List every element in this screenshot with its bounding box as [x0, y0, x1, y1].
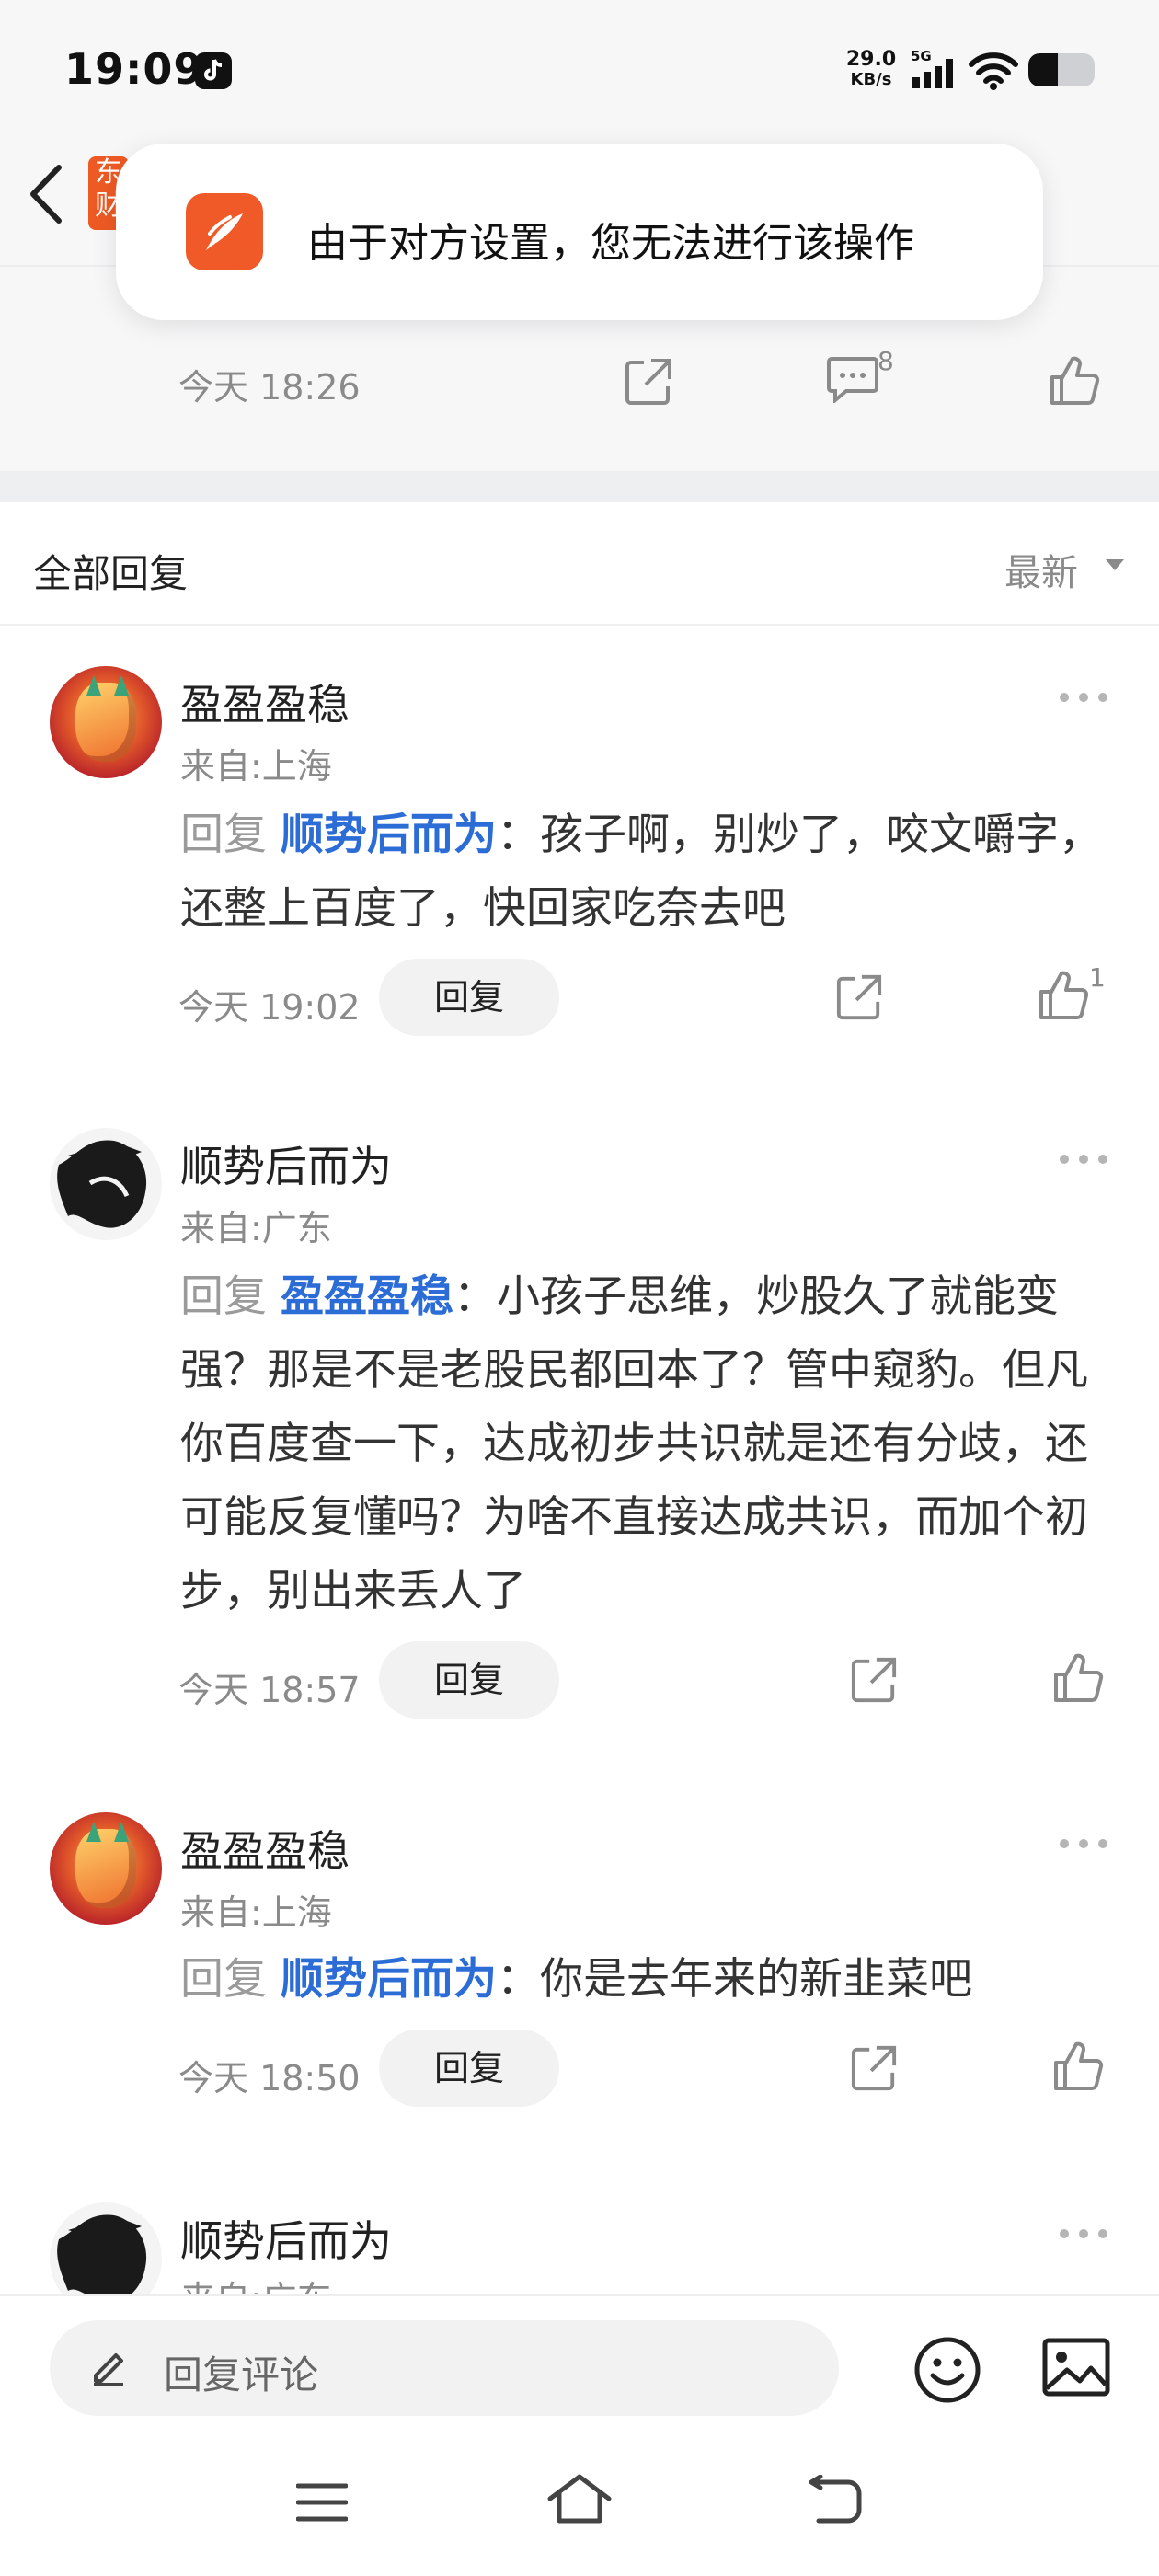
more-options-icon[interactable] [1058, 1836, 1109, 1854]
reply-prefix: 回复 [180, 810, 267, 860]
share-icon[interactable] [850, 2044, 898, 2096]
back-gesture-icon[interactable] [808, 2474, 865, 2530]
more-options-icon[interactable] [1058, 2226, 1109, 2244]
reply-button[interactable]: 回复 [379, 1641, 559, 1719]
like-icon[interactable] [1052, 1652, 1104, 1708]
location: 来自:广东 [180, 1208, 332, 1248]
network-speed-unit: KB/s [850, 70, 892, 89]
comment-icon[interactable] [826, 355, 879, 407]
status-bar: 19:09 29.0 KB/s 5G [0, 0, 1159, 138]
mention-link[interactable]: 顺势后而为 [281, 1954, 497, 2005]
pencil-icon [90, 2346, 127, 2390]
tiktok-notification-icon [195, 52, 232, 89]
share-icon[interactable] [624, 357, 673, 410]
reply-text: 回复 盈盈盈稳：小孩子思维，炒股久了就能变强？那是不是老股民都回本了？管中窥豹。… [180, 1260, 1128, 1628]
eastmoney-app-icon [186, 193, 263, 270]
network-speed: 29.0 KB/s [839, 50, 903, 90]
toast-message: 由于对方设置，您无法进行该操作 [307, 220, 914, 267]
username[interactable]: 盈盈盈稳 [180, 672, 350, 732]
reply-prefix: 回复 [180, 1954, 267, 2005]
like-icon[interactable] [1052, 2041, 1104, 2096]
username[interactable]: 盈盈盈稳 [180, 1818, 350, 1879]
network-type: 5G [911, 48, 932, 64]
like-icon[interactable] [1049, 355, 1100, 410]
section-title: 全部回复 [33, 551, 189, 596]
reply-content: ：你是去年来的新韭菜吧 [496, 1954, 972, 2005]
post-time: 今天 18:26 [178, 367, 361, 408]
comment-count: 8 [878, 346, 894, 376]
username[interactable]: 顺势后而为 [180, 2208, 392, 2269]
section-divider [0, 471, 1159, 502]
like-icon[interactable] [1038, 970, 1089, 1025]
image-icon[interactable] [1041, 2337, 1111, 2401]
caret-down-icon[interactable] [1104, 558, 1126, 576]
menu-icon[interactable] [295, 2482, 349, 2526]
home-icon[interactable] [546, 2473, 613, 2528]
share-icon[interactable] [835, 973, 883, 1025]
reply-input-placeholder: 回复评论 [164, 2352, 319, 2398]
reply-time: 今天 18:57 [178, 1670, 361, 1710]
divider [0, 624, 1159, 626]
reply-prefix: 回复 [180, 1271, 267, 1322]
avatar[interactable] [50, 1812, 162, 1925]
reply-text: 回复 顺势后而为：你是去年来的新韭菜吧 [180, 1943, 1128, 2017]
toast-notification: 由于对方设置，您无法进行该操作 [116, 144, 1043, 320]
mention-link[interactable]: 盈盈盈稳 [281, 1271, 453, 1322]
avatar[interactable] [50, 1128, 162, 1240]
avatar[interactable] [50, 666, 162, 778]
emoji-icon[interactable] [912, 2335, 982, 2409]
share-icon[interactable] [850, 1656, 898, 1708]
wifi-icon [968, 52, 1019, 94]
reply-button[interactable]: 回复 [379, 959, 559, 1036]
more-options-icon[interactable] [1058, 690, 1109, 707]
more-options-icon[interactable] [1058, 1152, 1109, 1169]
reply-comment-input[interactable]: 回复评论 [50, 2320, 839, 2416]
back-arrow-icon[interactable] [26, 162, 66, 230]
reply-time: 今天 18:50 [178, 2058, 361, 2099]
cellular-signal-icon: 5G [909, 48, 958, 96]
reply-button[interactable]: 回复 [379, 2030, 559, 2107]
battery-level [1028, 53, 1059, 86]
location: 来自:上海 [180, 1892, 332, 1933]
like-count: 1 [1089, 962, 1106, 993]
status-time: 19:09 [64, 44, 204, 94]
sort-dropdown[interactable]: 最新 [1004, 543, 1078, 596]
reply-time: 今天 19:02 [178, 987, 361, 1028]
reply-content: ：小孩子思维，炒股久了就能变强？那是不是老股民都回本了？管中窥豹。但凡你百度查一… [180, 1271, 1088, 1616]
location: 来自:上海 [180, 746, 332, 787]
network-speed-value: 29.0 [845, 48, 897, 71]
mention-link[interactable]: 顺势后而为 [281, 810, 497, 860]
reply-text: 回复 顺势后而为：孩子啊，别炒了，咬文嚼字，还整上百度了，快回家吃奈去吧 [180, 799, 1128, 946]
username[interactable]: 顺势后而为 [180, 1133, 392, 1194]
battery-icon [1028, 53, 1095, 86]
